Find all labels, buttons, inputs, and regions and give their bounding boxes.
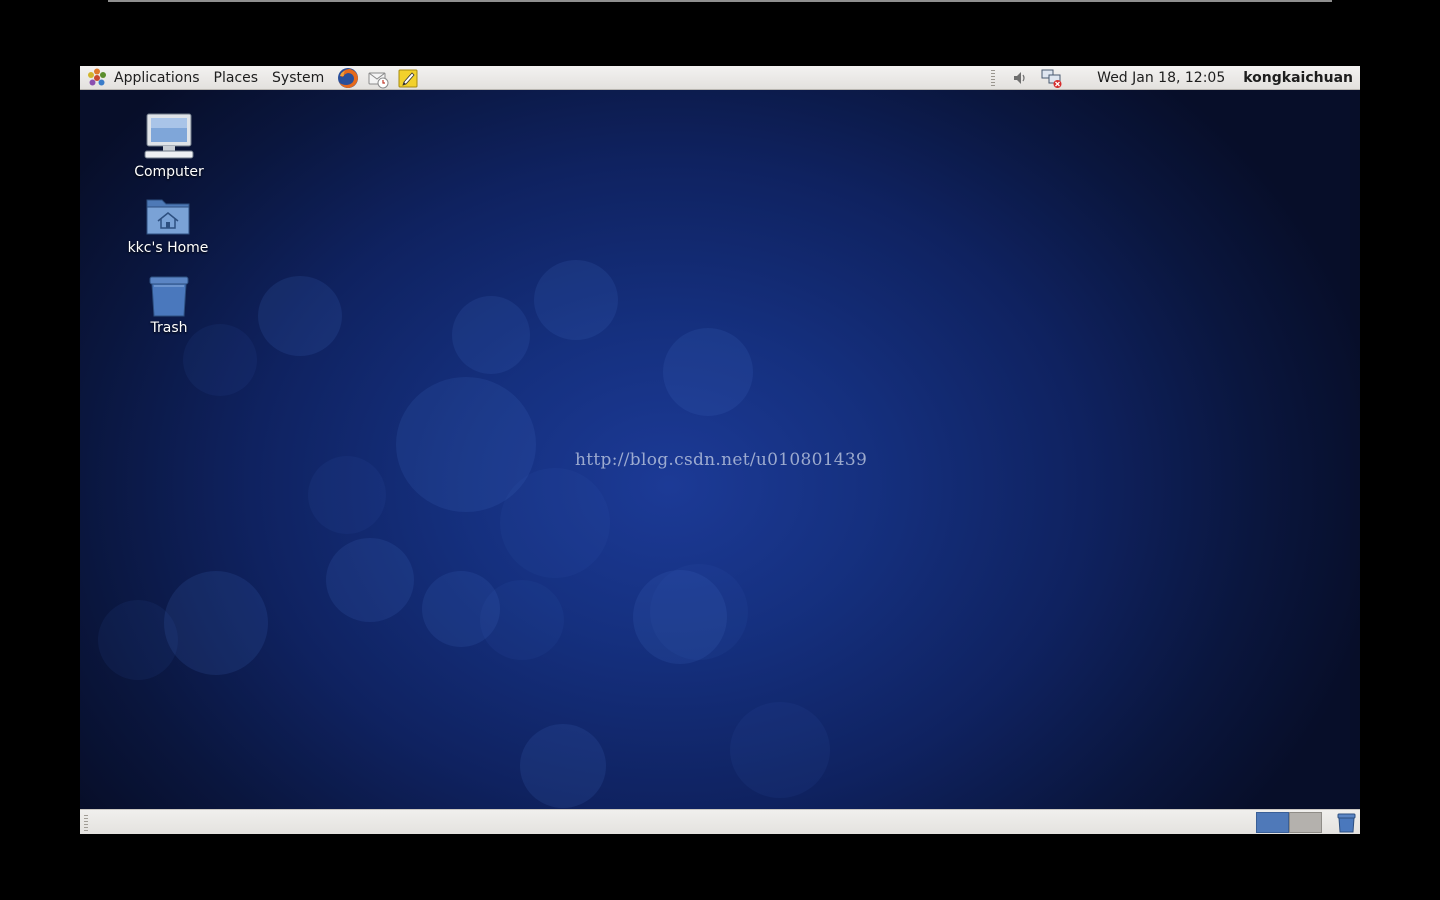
- trash-applet-icon[interactable]: [1336, 812, 1357, 833]
- system-label: System: [272, 69, 325, 86]
- firefox-launcher[interactable]: [335, 66, 361, 90]
- tray-handle[interactable]: [991, 69, 996, 86]
- applications-label: Applications: [114, 69, 200, 86]
- top-panel: Applications Places System Wed Jan 18, 1…: [80, 66, 1360, 90]
- notes-launcher[interactable]: [395, 66, 421, 90]
- workspace-switcher: [1256, 812, 1322, 833]
- places-label: Places: [213, 69, 259, 86]
- gnome-foot-icon: [88, 68, 106, 85]
- home-label: kkc's Home: [127, 240, 209, 256]
- system-menu[interactable]: System: [265, 66, 331, 89]
- desktop[interactable]: Computer kkc's Home Trash http://blog.cs…: [80, 90, 1360, 809]
- panel-handle[interactable]: [84, 815, 88, 831]
- network-disconnected-icon: [1041, 69, 1062, 88]
- email-launcher[interactable]: [365, 66, 391, 90]
- applications-menu[interactable]: Applications: [80, 66, 207, 89]
- computer-desktop-icon[interactable]: Computer: [119, 112, 219, 180]
- clock[interactable]: Wed Jan 18, 12:05: [1097, 70, 1225, 86]
- network-applet[interactable]: [1041, 67, 1063, 89]
- workspace-1[interactable]: [1256, 812, 1289, 833]
- trash-desktop-icon[interactable]: Trash: [119, 274, 219, 336]
- volume-icon: [1014, 71, 1025, 84]
- email-icon: [368, 72, 389, 88]
- user-switcher[interactable]: kongkaichuan: [1243, 70, 1353, 86]
- workspace-2[interactable]: [1289, 812, 1322, 833]
- firefox-icon: [338, 67, 359, 88]
- vm-screen: Applications Places System Wed Jan 18, 1…: [80, 66, 1360, 834]
- notes-icon: [398, 69, 418, 87]
- trash-label: Trash: [150, 320, 188, 336]
- volume-applet[interactable]: [1009, 67, 1031, 89]
- home-folder-icon: [146, 199, 190, 235]
- computer-icon: [144, 113, 194, 159]
- bottom-panel: [80, 809, 1360, 834]
- places-menu[interactable]: Places: [207, 66, 266, 89]
- computer-label: Computer: [134, 164, 204, 180]
- watermark: http://blog.csdn.net/u010801439: [575, 450, 868, 470]
- window-top-border: [108, 0, 1332, 2]
- trash-icon: [149, 276, 189, 317]
- home-desktop-icon[interactable]: kkc's Home: [118, 194, 218, 256]
